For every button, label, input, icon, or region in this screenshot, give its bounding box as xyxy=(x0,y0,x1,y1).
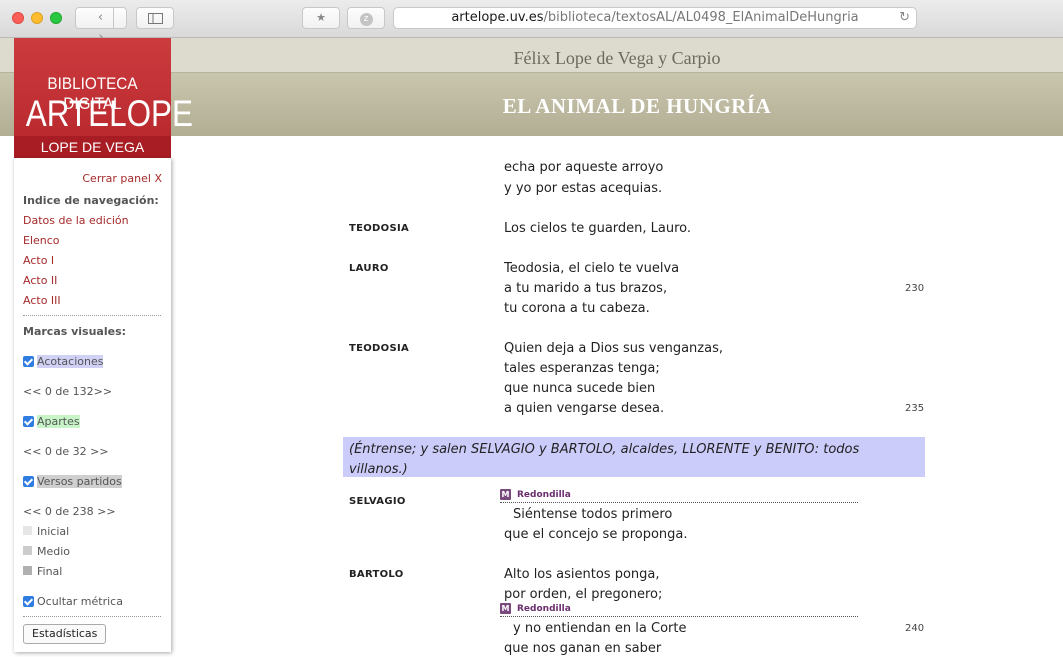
browser-toolbar: ‹› ★ z artelope.uv.es/biblioteca/textosA… xyxy=(0,0,1063,45)
versos-pager[interactable]: << 0 de 238 >> xyxy=(23,505,116,518)
verse-line: que nos ganan en saber xyxy=(504,641,662,656)
nav-link-acto-3[interactable]: Acto III xyxy=(23,294,61,307)
stage-direction: (Éntrense; y salen SELVAGIO y BARTOLO, a… xyxy=(343,437,925,477)
verse-line: tu corona a tu cabeza. xyxy=(504,301,650,316)
versos-partidos-checkbox[interactable]: Versos partidos xyxy=(23,475,122,488)
nav-link-elenco[interactable]: Elenco xyxy=(23,234,60,247)
close-panel-link[interactable]: Cerrar panel X xyxy=(82,172,162,185)
artelope-logo[interactable]: BIBLIOTECA DIGITAL ARTELOPE LOPE DE VEGA xyxy=(14,38,193,158)
acotaciones-checkbox[interactable]: Acotaciones xyxy=(23,355,104,368)
verse-line: Teodosia, el cielo te vuelva xyxy=(504,261,680,276)
url-path: /biblioteca/textosAL/AL0498_ElAnimalDeHu… xyxy=(543,10,859,25)
metric-icon: M xyxy=(500,489,511,500)
extension-icon: z xyxy=(359,13,373,26)
ocultar-metrica-label: Ocultar métrica xyxy=(37,595,123,608)
apartes-pager[interactable]: << 0 de 32 >> xyxy=(23,445,109,458)
apartes-label: Apartes xyxy=(37,415,80,428)
checkbox-checked-icon xyxy=(23,596,34,607)
metric-label: Redondilla xyxy=(517,490,571,500)
play-text: echa por aqueste arroyo y yo por estas a… xyxy=(171,136,1063,657)
apartes-checkbox[interactable]: Apartes xyxy=(23,415,80,428)
speaker-name: TEODOSIA xyxy=(349,343,410,354)
checkbox-checked-icon xyxy=(23,416,34,427)
verse-number: 235 xyxy=(905,403,925,414)
verse-line: Los cielos te guarden, Lauro. xyxy=(504,221,692,236)
address-bar[interactable]: artelope.uv.es/biblioteca/textosAL/AL049… xyxy=(393,7,917,29)
extension-button[interactable]: z xyxy=(347,7,385,29)
verse-line: echa por aqueste arroyo xyxy=(504,160,664,175)
verse-line: tales esperanzas tenga; xyxy=(504,361,660,376)
verse-line: y no entiendan en la Corte xyxy=(513,621,687,636)
legend-inicial: Inicial xyxy=(23,525,69,538)
minimize-window-button[interactable] xyxy=(31,12,43,24)
navigation-panel: Cerrar panel X Indice de navegación: Dat… xyxy=(14,158,171,652)
metric-marker: M Redondilla xyxy=(500,603,858,617)
author-name: Félix Lope de Vega y Carpio xyxy=(513,48,721,68)
verse-line: Siéntense todos primero xyxy=(513,507,673,522)
checkbox-checked-icon xyxy=(23,356,34,367)
back-button[interactable]: ‹ xyxy=(88,8,114,28)
acotaciones-pager[interactable]: << 0 de 132>> xyxy=(23,385,112,398)
ocultar-metrica-checkbox[interactable]: Ocultar métrica xyxy=(23,595,123,608)
zoom-window-button[interactable] xyxy=(50,12,62,24)
legend-label: Inicial xyxy=(37,525,70,538)
stage-direction-text: (Éntrense; y salen SELVAGIO y BARTOLO, a… xyxy=(349,442,860,477)
legend-swatch-final xyxy=(23,566,32,575)
verse-line: que nunca sucede bien xyxy=(504,381,656,396)
marks-heading: Marcas visuales: xyxy=(23,325,127,338)
reload-icon[interactable]: ↻ xyxy=(899,8,910,28)
nav-link-datos[interactable]: Datos de la edición xyxy=(23,214,129,227)
verse-line: por orden, el pregonero; xyxy=(504,587,663,602)
verse-line: Quien deja a Dios sus venganzas, xyxy=(504,341,723,356)
verse-line: a quien vengarse desea. xyxy=(504,401,665,416)
legend-medio: Medio xyxy=(23,545,70,558)
checkbox-checked-icon xyxy=(23,476,34,487)
versos-partidos-label: Versos partidos xyxy=(37,475,122,488)
verse-number: 230 xyxy=(905,283,925,294)
metric-label: Redondilla xyxy=(517,604,571,614)
verse-line: y yo por estas acequias. xyxy=(504,181,663,196)
logo-line2: ARTELOPE xyxy=(25,93,193,134)
legend-label: Medio xyxy=(37,545,71,558)
legend-final: Final xyxy=(23,565,62,578)
nav-link-acto-1[interactable]: Acto I xyxy=(23,254,54,267)
legend-label: Final xyxy=(37,565,63,578)
metric-icon: M xyxy=(500,603,511,614)
legend-swatch-inicial xyxy=(23,526,32,535)
acotaciones-label: Acotaciones xyxy=(37,355,104,368)
history-nav: ‹› xyxy=(75,7,127,45)
nav-link-acto-2[interactable]: Acto II xyxy=(23,274,57,287)
speaker-name: TEODOSIA xyxy=(349,223,410,234)
bookmark-button[interactable]: ★ xyxy=(302,7,340,29)
divider xyxy=(23,315,161,316)
legend-swatch-medio xyxy=(23,546,32,555)
speaker-name: LAURO xyxy=(349,263,389,274)
speaker-name: SELVAGIO xyxy=(349,496,406,507)
metric-marker: M Redondilla xyxy=(500,489,858,503)
divider xyxy=(23,616,161,617)
star-icon: ★ xyxy=(316,11,326,24)
logo-line3: LOPE DE VEGA xyxy=(14,136,171,158)
sidebar-toggle-button[interactable] xyxy=(136,7,174,29)
statistics-button[interactable]: Estadísticas xyxy=(23,624,107,644)
url-host: artelope.uv.es xyxy=(451,10,544,25)
verse-line: que el concejo se proponga. xyxy=(504,527,688,542)
verse-line: a tu marido a tus brazos, xyxy=(504,281,668,296)
play-title: EL ANIMAL DE HUNGRÍA xyxy=(502,94,772,118)
verse-number: 240 xyxy=(905,623,925,634)
sidebar-icon xyxy=(147,13,163,24)
verse-line: Alto los asientos ponga, xyxy=(504,567,660,582)
close-window-button[interactable] xyxy=(12,12,24,24)
nav-heading: Indice de navegación: xyxy=(23,194,159,207)
speaker-name: BARTOLO xyxy=(349,569,404,580)
